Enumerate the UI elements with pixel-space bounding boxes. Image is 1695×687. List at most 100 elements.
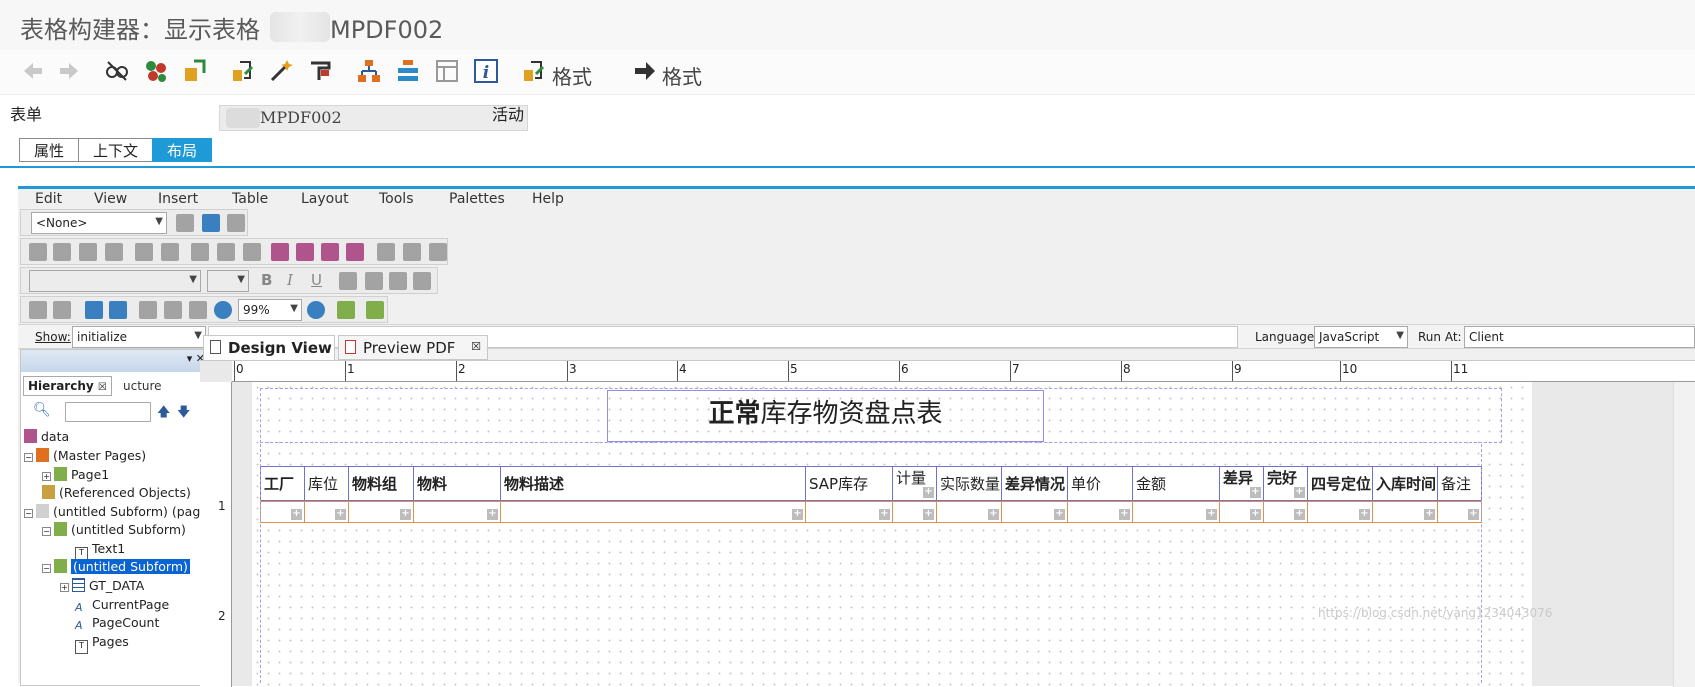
tab-context[interactable]: 上下文 [78, 138, 154, 162]
bold-icon[interactable]: B [261, 271, 272, 289]
run-at-select[interactable]: Client [1464, 326, 1695, 348]
tree-node-gt-data[interactable]: + GT_DATA [60, 578, 144, 595]
collapse-icon[interactable]: − [24, 509, 33, 518]
text-align-right-icon[interactable] [389, 272, 407, 290]
activate-icon[interactable] [182, 58, 208, 84]
tree-node-subform-2[interactable]: − (untitled Subform) [42, 559, 190, 576]
send-back-icon[interactable] [346, 243, 364, 261]
form-list-icon[interactable] [434, 58, 460, 84]
wrap-subform-icon[interactable] [377, 243, 395, 261]
italic-icon[interactable]: I [287, 271, 293, 289]
grid-icon[interactable] [85, 301, 103, 319]
tree-node-data[interactable]: data [24, 429, 69, 446]
tree-node-text1[interactable]: T Text1 [75, 541, 125, 561]
other-object-icon[interactable] [143, 58, 169, 84]
tree-node-current-page[interactable]: A CurrentPage [75, 597, 169, 614]
tree-node-page-count[interactable]: A PageCount [75, 615, 159, 632]
text-justify-icon[interactable] [413, 272, 431, 290]
distribute-v-icon[interactable] [217, 243, 235, 261]
zoom-in-icon[interactable] [307, 301, 325, 319]
font-size-combo[interactable]: ▼ [207, 270, 249, 292]
align-vcenter-icon[interactable] [135, 243, 153, 261]
fit-width-icon[interactable] [189, 301, 207, 319]
menu-insert[interactable]: Insert [158, 191, 198, 206]
menu-palettes[interactable]: Palettes [449, 191, 505, 206]
spell-check-icon[interactable] [366, 301, 384, 319]
menu-help[interactable]: Help [532, 191, 564, 206]
text-align-left-icon[interactable] [339, 272, 357, 290]
tree-node-subform-1[interactable]: − (untitled Subform) [42, 522, 186, 539]
fit-height-icon[interactable] [164, 301, 182, 319]
report-title-box[interactable]: 正常库存物资盘点表 [607, 390, 1044, 442]
collapse-icon[interactable]: − [42, 564, 51, 573]
form-name-field[interactable]: MPDF002 [219, 105, 528, 131]
up-arrow-icon[interactable]: 🡅 [157, 403, 170, 425]
expand-icon[interactable]: + [42, 472, 51, 481]
menu-table[interactable]: Table [232, 191, 268, 206]
collapse-icon[interactable]: − [42, 527, 51, 536]
script-braces-icon[interactable] [429, 243, 447, 261]
add-style-icon[interactable] [202, 214, 220, 232]
tab-layout[interactable]: 布局 [152, 138, 213, 162]
vertical-scrollbar[interactable] [1673, 382, 1695, 687]
text-align-center-icon[interactable] [365, 272, 383, 290]
zoom-out-icon[interactable] [214, 301, 232, 319]
align-hcenter-icon[interactable] [161, 243, 179, 261]
page-icon[interactable] [139, 301, 157, 319]
tab-hierarchy[interactable]: Hierarchy ☒ [23, 376, 112, 396]
menu-layout[interactable]: Layout [301, 191, 349, 206]
arrow-right-icon[interactable] [632, 58, 658, 84]
help-toggle-icon[interactable] [337, 301, 355, 319]
align-left-icon[interactable] [29, 243, 47, 261]
bring-front-icon[interactable] [321, 243, 339, 261]
check-icon[interactable] [230, 58, 256, 84]
distribute-icon[interactable] [191, 243, 209, 261]
tab-structure[interactable]: ucture [119, 377, 166, 396]
format-button-2-label[interactable]: 格式 [662, 61, 702, 90]
undo-icon[interactable] [29, 301, 47, 319]
tree-node-page1[interactable]: + Page1 [42, 467, 109, 484]
hierarchy-search-input[interactable] [65, 402, 151, 422]
grid-dots-icon[interactable] [243, 243, 261, 261]
zoom-combo[interactable]: 99% ▼ [238, 299, 302, 321]
hierarchy-icon[interactable] [356, 58, 382, 84]
close-icon[interactable]: ☒ [98, 382, 107, 393]
tree-node-master-pages[interactable]: − (Master Pages) [24, 448, 146, 465]
snap-grid-icon[interactable] [109, 301, 127, 319]
redo-icon[interactable] [53, 301, 71, 319]
tab-preview-pdf[interactable]: Preview PDF ☒ [338, 335, 488, 360]
back-arrow-icon[interactable] [20, 58, 46, 84]
close-icon[interactable]: ☒ [471, 340, 481, 353]
tab-design-view[interactable]: Design View [203, 335, 335, 360]
new-style-icon[interactable] [176, 214, 194, 232]
underline-icon[interactable]: U [311, 271, 322, 289]
collapse-icon[interactable]: − [24, 453, 33, 462]
test-icon[interactable] [307, 58, 333, 84]
menu-view[interactable]: View [94, 191, 127, 206]
group-icon[interactable] [271, 243, 289, 261]
layout-stack-icon[interactable] [395, 58, 421, 84]
tab-attributes[interactable]: 属性 [19, 138, 80, 162]
align-bottom-icon[interactable] [105, 243, 123, 261]
menu-edit[interactable]: Edit [35, 191, 62, 206]
ungroup-icon[interactable] [296, 243, 314, 261]
show-event-select[interactable]: initialize ▼ [72, 326, 206, 348]
tree-node-pages[interactable]: T Pages [75, 634, 129, 654]
language-select[interactable]: JavaScript ▼ [1314, 326, 1408, 348]
forward-arrow-icon[interactable] [56, 58, 82, 84]
style-catalog-icon[interactable] [227, 214, 245, 232]
format-button-1-label[interactable]: 格式 [552, 61, 592, 90]
wrap-table-icon[interactable] [403, 243, 421, 261]
tree-node-referenced-objects[interactable]: (Referenced Objects) [42, 485, 191, 502]
down-arrow-icon[interactable]: 🡇 [177, 403, 190, 425]
magic-wand-icon[interactable] [268, 58, 294, 84]
info-icon[interactable]: i [473, 58, 499, 84]
style-combo[interactable]: <None> ▼ [31, 212, 167, 234]
display-change-glasses-icon[interactable] [104, 58, 130, 84]
expand-icon[interactable]: + [60, 583, 69, 592]
font-combo[interactable]: ▼ [29, 270, 201, 292]
format-check-icon[interactable] [521, 58, 547, 84]
tree-node-subform-page[interactable]: − (untitled Subform) (page [24, 504, 208, 521]
align-top-icon[interactable] [79, 243, 97, 261]
align-right-icon[interactable] [53, 243, 71, 261]
